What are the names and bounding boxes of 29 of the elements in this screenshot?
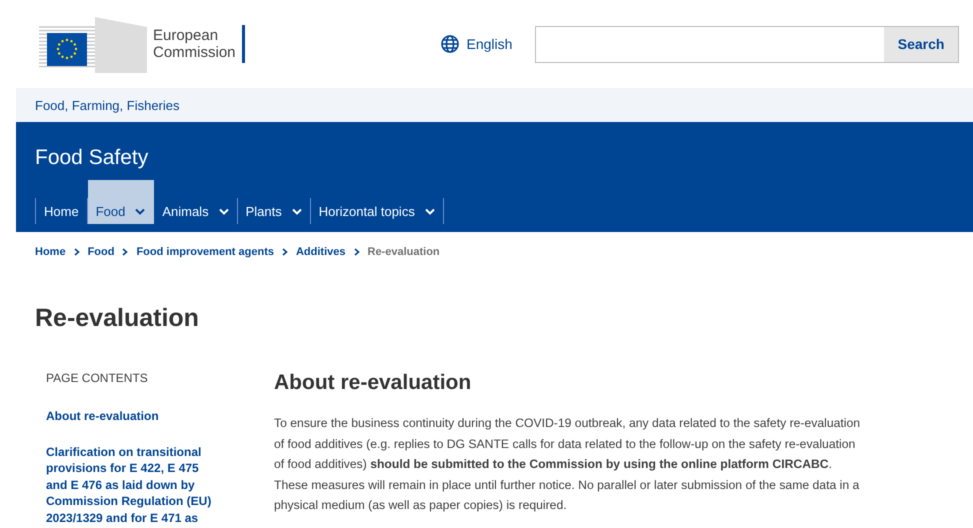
- breadcrumb-link[interactable]: Additives: [296, 246, 346, 258]
- chevron-right-icon: [122, 248, 128, 256]
- breadcrumb-link[interactable]: Food: [88, 246, 114, 258]
- chevron-right-icon: [282, 248, 288, 256]
- chevron-down-icon: [135, 208, 146, 214]
- breadcrumb-current: Re-evaluation: [368, 246, 440, 258]
- chevron-down-icon: [292, 208, 302, 214]
- page-title: Re-evaluation: [35, 304, 200, 333]
- chevron-right-icon: [354, 248, 360, 256]
- chevron-right-icon: [74, 248, 80, 256]
- nav-tab[interactable]: Plants: [238, 198, 311, 224]
- toc-heading: PAGE CONTENTS: [46, 371, 149, 385]
- toc-link[interactable]: Clarification on transitional provisions for E 422, E 475 and E 476 as laid down by Commission Regulation (EU) 2023/1329 and for E 471 as: [46, 444, 222, 526]
- section-link[interactable]: Food, Farming, Fisheries: [35, 98, 180, 112]
- chevron-down-icon: [218, 208, 229, 214]
- section-heading: About re-evaluation: [274, 371, 472, 395]
- nav-tab[interactable]: Animals: [154, 198, 238, 224]
- breadcrumb-link[interactable]: Home: [35, 246, 66, 258]
- chevron-down-icon: [424, 208, 435, 214]
- search-field[interactable]: Search: [535, 26, 960, 62]
- globe-icon[interactable]: [440, 35, 459, 53]
- language-link[interactable]: English: [466, 36, 512, 52]
- logo-text[interactable]: European Commission: [153, 25, 245, 63]
- paragraph: To ensure the business continuity during the COVID-19 outbreak, any data related to the safety re-evaluation of food additives (e.g. replies to DG SANTE calls for data related to the follow-up on the safety re-evaluation of food additives) should be submitted to the Commission by using the online platform CIRCABC. These measures will remain in place until further notice. No parallel or later submission of the same data in a physical medium (as well as paper copies) is required.: [274, 415, 862, 514]
- breadcrumb-link[interactable]: Food improvement agents: [136, 246, 274, 258]
- search-button[interactable]: Search: [884, 26, 958, 62]
- toc-link[interactable]: About re-evaluation: [46, 408, 222, 424]
- nav-tab[interactable]: Food: [88, 180, 154, 224]
- nav-tab[interactable]: Horizontal topics: [310, 198, 444, 224]
